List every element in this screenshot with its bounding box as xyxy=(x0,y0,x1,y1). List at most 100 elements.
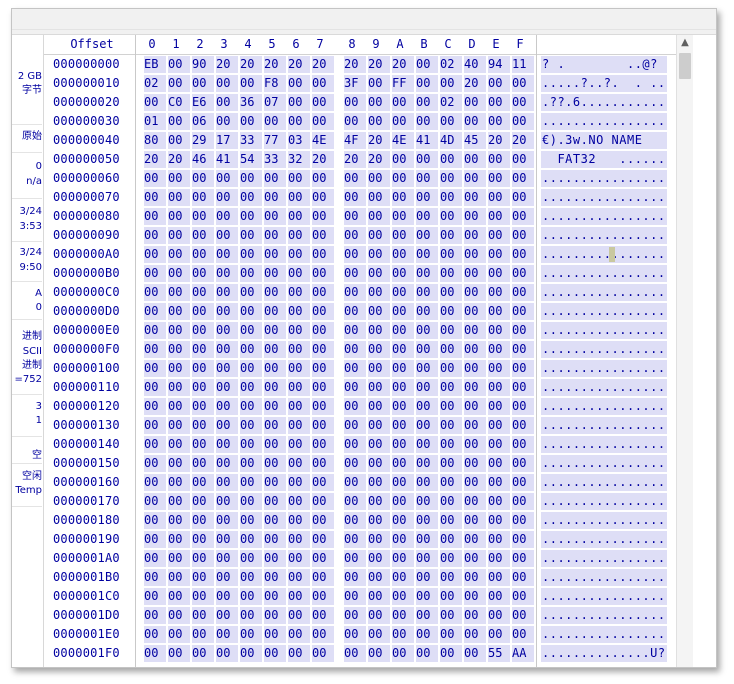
hex-byte[interactable]: 00 xyxy=(288,399,308,413)
hex-byte[interactable]: 00 xyxy=(264,285,284,299)
hex-byte[interactable]: 20 xyxy=(240,57,260,71)
scroll-up-button[interactable]: ▲ xyxy=(677,35,693,51)
hex-byte[interactable]: 00 xyxy=(192,437,212,451)
ascii-text[interactable]: ................ xyxy=(542,418,666,432)
hex-byte[interactable]: 00 xyxy=(192,646,212,660)
hex-byte[interactable]: 00 xyxy=(144,285,164,299)
hex-byte[interactable]: 00 xyxy=(416,570,436,584)
hex-byte[interactable]: 20 xyxy=(288,57,308,71)
hex-byte[interactable]: 00 xyxy=(368,418,388,432)
hex-byte[interactable]: 00 xyxy=(344,304,364,318)
hex-byte[interactable]: 00 xyxy=(392,570,412,584)
hex-byte[interactable]: 00 xyxy=(288,627,308,641)
hex-byte[interactable]: 4E xyxy=(312,133,332,147)
hex-byte[interactable]: 00 xyxy=(216,456,236,470)
hex-byte[interactable]: 00 xyxy=(264,494,284,508)
hex-byte[interactable]: 00 xyxy=(344,323,364,337)
hex-byte[interactable]: 00 xyxy=(488,570,508,584)
hex-byte[interactable]: 00 xyxy=(144,380,164,394)
ascii-text[interactable]: FAT32 ...... xyxy=(542,152,666,166)
hex-byte[interactable]: 00 xyxy=(488,171,508,185)
hex-byte[interactable]: 29 xyxy=(192,133,212,147)
hex-byte[interactable]: 00 xyxy=(216,513,236,527)
ascii-text[interactable]: ................ xyxy=(542,456,666,470)
ascii-text[interactable]: ................ xyxy=(542,209,666,223)
hex-byte[interactable]: 00 xyxy=(416,95,436,109)
hex-byte[interactable]: 00 xyxy=(512,399,532,413)
hex-byte[interactable]: 00 xyxy=(312,361,332,375)
hex-byte[interactable]: 00 xyxy=(288,114,308,128)
hex-byte[interactable]: 00 xyxy=(392,608,412,622)
scroll-thumb[interactable] xyxy=(679,53,691,79)
hex-byte[interactable]: 00 xyxy=(168,589,188,603)
hex-byte[interactable]: 00 xyxy=(368,361,388,375)
hex-byte[interactable]: 00 xyxy=(368,114,388,128)
hex-byte[interactable]: 00 xyxy=(464,247,484,261)
hex-byte[interactable]: 00 xyxy=(288,437,308,451)
hex-byte[interactable]: 00 xyxy=(288,266,308,280)
hex-byte[interactable]: 00 xyxy=(216,266,236,280)
hex-byte[interactable]: 00 xyxy=(216,475,236,489)
hex-byte[interactable]: 00 xyxy=(344,399,364,413)
hex-byte[interactable]: 00 xyxy=(312,247,332,261)
hex-byte[interactable]: 00 xyxy=(368,76,388,90)
hex-byte[interactable]: 00 xyxy=(464,570,484,584)
hex-byte[interactable]: 00 xyxy=(392,247,412,261)
hex-byte[interactable]: 00 xyxy=(392,228,412,242)
hex-byte[interactable]: 00 xyxy=(144,304,164,318)
hex-byte[interactable]: 00 xyxy=(144,627,164,641)
hex-byte[interactable]: 00 xyxy=(192,551,212,565)
hex-byte[interactable]: 00 xyxy=(312,228,332,242)
hex-byte[interactable]: 00 xyxy=(216,247,236,261)
hex-byte[interactable]: 00 xyxy=(216,323,236,337)
hex-byte[interactable]: 00 xyxy=(512,589,532,603)
hex-byte[interactable]: 00 xyxy=(440,589,460,603)
hex-byte[interactable]: 00 xyxy=(440,494,460,508)
hex-byte[interactable]: 00 xyxy=(216,190,236,204)
hex-byte[interactable]: 00 xyxy=(488,304,508,318)
hex-byte[interactable]: 00 xyxy=(416,190,436,204)
hex-byte[interactable]: 00 xyxy=(440,399,460,413)
hex-byte[interactable]: 00 xyxy=(240,513,260,527)
hex-byte[interactable]: 00 xyxy=(144,171,164,185)
hex-byte[interactable]: 00 xyxy=(440,342,460,356)
hex-byte[interactable]: 00 xyxy=(368,551,388,565)
hex-byte[interactable]: 00 xyxy=(464,437,484,451)
hex-byte[interactable]: 00 xyxy=(144,361,164,375)
hex-byte[interactable]: 20 xyxy=(512,133,532,147)
hex-byte[interactable]: 00 xyxy=(368,247,388,261)
hex-byte[interactable]: 00 xyxy=(512,266,532,280)
hex-byte[interactable]: 00 xyxy=(440,190,460,204)
hex-byte[interactable]: 00 xyxy=(168,437,188,451)
hex-byte[interactable]: 00 xyxy=(216,437,236,451)
hex-byte[interactable]: 00 xyxy=(512,513,532,527)
hex-byte[interactable]: 00 xyxy=(488,399,508,413)
hex-byte[interactable]: 41 xyxy=(216,152,236,166)
ascii-text[interactable]: ................ xyxy=(542,532,666,546)
hex-byte[interactable]: 00 xyxy=(512,228,532,242)
hex-byte[interactable]: 00 xyxy=(240,190,260,204)
hex-byte[interactable]: 00 xyxy=(264,323,284,337)
hex-byte[interactable]: 00 xyxy=(288,532,308,546)
hex-byte[interactable]: 00 xyxy=(344,570,364,584)
hex-byte[interactable]: 00 xyxy=(488,190,508,204)
hex-byte[interactable]: 00 xyxy=(264,456,284,470)
hex-byte[interactable]: 00 xyxy=(392,266,412,280)
hex-byte[interactable]: 00 xyxy=(192,76,212,90)
hex-byte[interactable]: 00 xyxy=(144,437,164,451)
hex-byte[interactable]: 41 xyxy=(416,133,436,147)
hex-byte[interactable]: 03 xyxy=(288,133,308,147)
hex-byte[interactable]: 80 xyxy=(144,133,164,147)
hex-byte[interactable]: 00 xyxy=(368,532,388,546)
hex-byte[interactable]: 33 xyxy=(240,133,260,147)
hex-byte[interactable]: 00 xyxy=(416,627,436,641)
hex-byte[interactable]: 00 xyxy=(216,304,236,318)
hex-byte[interactable]: 00 xyxy=(240,76,260,90)
ascii-text[interactable]: ................ xyxy=(542,266,666,280)
hex-byte[interactable]: 00 xyxy=(512,494,532,508)
hex-byte[interactable]: 00 xyxy=(416,551,436,565)
hex-byte[interactable]: 00 xyxy=(368,209,388,223)
hex-byte[interactable]: 00 xyxy=(192,285,212,299)
hex-byte[interactable]: 00 xyxy=(216,228,236,242)
hex-byte[interactable]: 00 xyxy=(288,285,308,299)
